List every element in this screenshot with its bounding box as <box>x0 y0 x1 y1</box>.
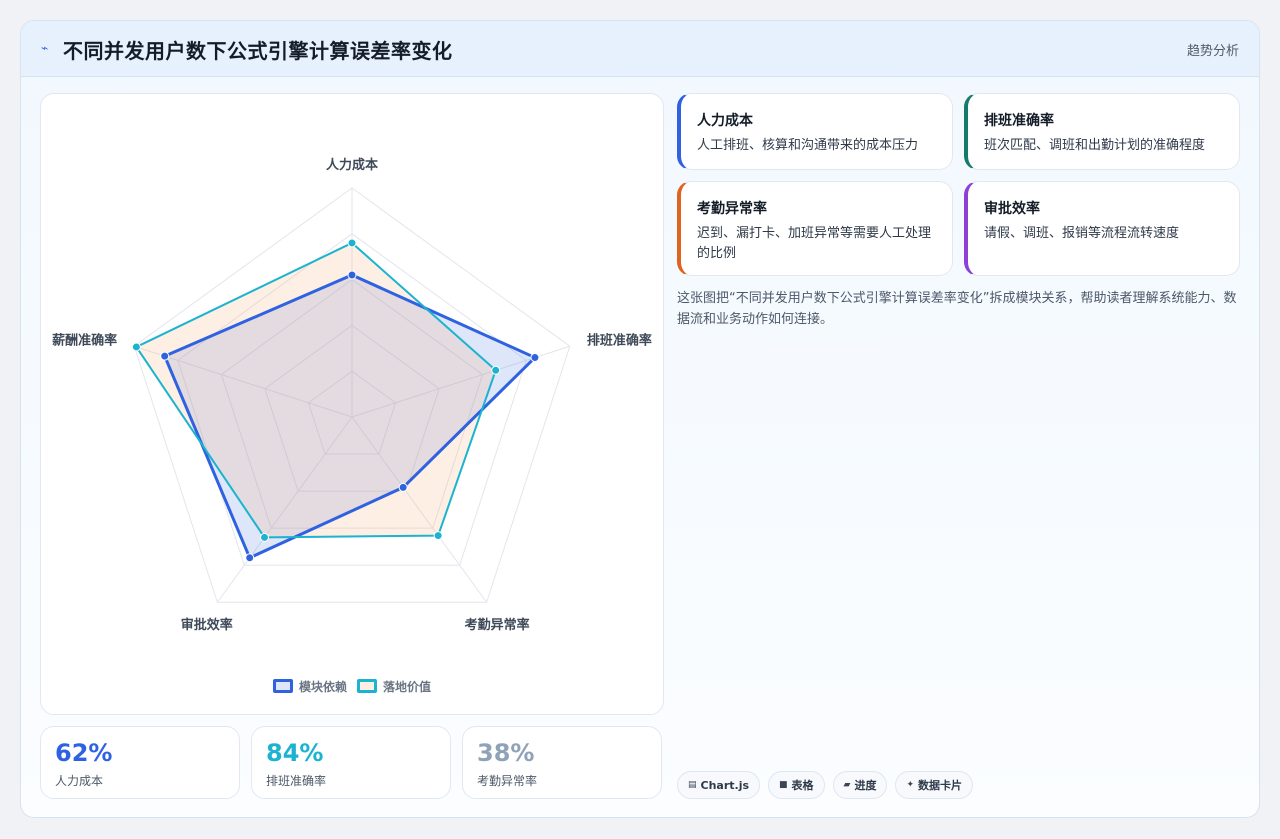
stat-value: 38% <box>477 739 535 767</box>
axis-label: 考勤异常率 <box>465 617 530 633</box>
data-point <box>245 553 255 563</box>
info-card-approval-efficiency: 审批效率 请假、调班、报销等流程流转速度 <box>964 181 1240 276</box>
stat-value: 62% <box>55 739 113 767</box>
chip-label: 进度 <box>854 779 877 792</box>
data-point <box>530 353 540 363</box>
chip-label: 表格 <box>791 779 814 792</box>
stat-card-schedule-accuracy: 84% 排班准确率 <box>251 726 451 799</box>
page-title: 不同并发用户数下公式引擎计算误差率变化 <box>63 39 453 63</box>
data-point <box>398 482 408 492</box>
axis-label: 人力成本 <box>326 157 378 173</box>
data-point <box>260 532 270 542</box>
info-card-title: 审批效率 <box>984 201 1040 217</box>
axis-label: 薪酬准确率 <box>52 333 117 349</box>
info-card-desc: 人工排班、核算和沟通带来的成本压力 <box>697 138 919 153</box>
chip-progress[interactable]: ▰ 进度 <box>832 771 888 799</box>
stat-label: 排班准确率 <box>266 774 327 788</box>
info-card-attendance-anomaly: 考勤异常率 迟到、漏打卡、加班异常等需要人工处理的比例 <box>677 181 953 276</box>
stat-value: 84% <box>266 739 324 767</box>
info-card-schedule-accuracy: 排班准确率 班次匹配、调班和出勤计划的准确程度 <box>964 93 1240 170</box>
series-area-2 <box>136 242 496 538</box>
stat-label: 人力成本 <box>55 774 104 788</box>
info-card-labor-cost: 人力成本 人工排班、核算和沟通带来的成本压力 <box>677 93 953 170</box>
legend-item-series-1[interactable]: 模块依赖 <box>272 678 347 695</box>
data-point <box>347 238 357 248</box>
info-card-desc: 班次匹配、调班和出勤计划的准确程度 <box>984 138 1206 153</box>
chip-chartjs[interactable]: ▤ Chart.js <box>677 771 761 799</box>
data-card-icon: ✦ <box>906 780 915 790</box>
chip-label: 数据卡片 <box>918 779 963 792</box>
legend-item-series-2[interactable]: 落地价值 <box>357 678 431 695</box>
tech-chips: ▤ Chart.js ■ 表格 ▰ 进度 ✦ 数据卡片 <box>677 771 974 799</box>
chart-description: 这张图把“不同并发用户数下公式引擎计算误差率变化”拆成模块关系，帮助读者理解系统… <box>677 291 1237 327</box>
main-card: ⌁ 不同并发用户数下公式引擎计算误差率变化 趋势分析 人力成本 排班准确率 考勤异常… <box>20 20 1260 818</box>
axis-label: 排班准确率 <box>587 333 652 349</box>
stat-label: 考勤异常率 <box>477 774 538 788</box>
legend-swatch-series-1 <box>272 679 293 693</box>
trend-icon: ⌁ <box>41 41 49 55</box>
data-point <box>491 365 501 375</box>
data-point <box>433 531 443 541</box>
stat-card-labor-cost: 62% 人力成本 <box>40 726 240 799</box>
radar-chart-panel: 人力成本排班准确率考勤异常率 审批效率 薪酬准确率 模块依赖 落地价值 <box>40 93 664 715</box>
info-card-title: 排班准确率 <box>984 113 1054 129</box>
radar-chart: 人力成本排班准确率考勤异常率 审批效率 薪酬准确率 <box>52 157 652 633</box>
chart-legend: 模块依赖 落地价值 <box>41 676 663 696</box>
legend-swatch-series-2 <box>357 679 377 693</box>
header-tag: 趋势分析 <box>1186 44 1239 59</box>
info-card-desc: 请假、调班、报销等流程流转速度 <box>984 226 1180 241</box>
chip-label: Chart.js <box>700 778 750 792</box>
info-card-desc: 迟到、漏打卡、加班异常等需要人工处理的比例 <box>697 226 932 261</box>
info-card-title: 人力成本 <box>697 113 753 129</box>
chip-data-card[interactable]: ✦ 数据卡片 <box>895 771 974 799</box>
data-point <box>160 351 170 361</box>
data-point <box>131 342 141 352</box>
legend-label-series-2: 落地价值 <box>383 679 432 694</box>
progress-icon: ▰ <box>843 780 851 790</box>
chart-icon: ▤ <box>688 780 697 790</box>
info-card-title: 考勤异常率 <box>697 201 767 217</box>
table-icon: ■ <box>779 780 788 790</box>
legend-label-series-1: 模块依赖 <box>298 679 347 694</box>
axis-label: 审批效率 <box>181 617 233 633</box>
header: ⌁ 不同并发用户数下公式引擎计算误差率变化 趋势分析 <box>21 21 1259 77</box>
stat-card-attendance-anomaly: 38% 考勤异常率 <box>462 726 662 799</box>
data-point <box>347 270 357 280</box>
chip-table[interactable]: ■ 表格 <box>768 771 825 799</box>
